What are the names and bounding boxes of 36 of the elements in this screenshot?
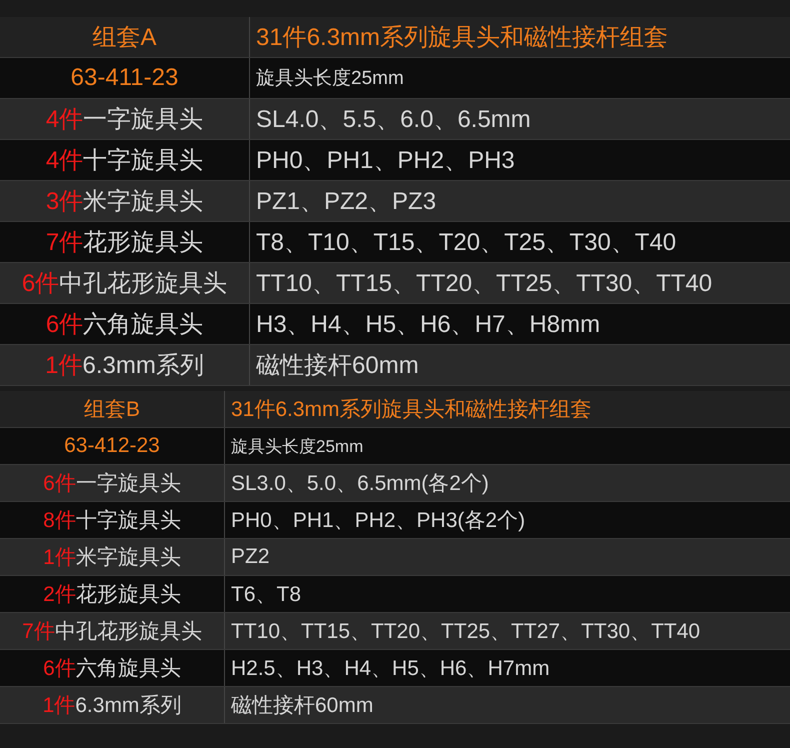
table-cell: 组套B	[0, 391, 225, 427]
table-cell: 1件6.3mm系列	[0, 687, 225, 723]
table-cell: 1件6.3mm系列	[0, 345, 250, 385]
table-cell: 63-412-23	[0, 428, 225, 464]
table-cell-text: 磁性接杆60mm	[255, 351, 420, 381]
table-cell: 7件中孔花形旋具头	[0, 613, 225, 649]
table-cell-text: H3、H4、H5、H6、H7、H8mm	[255, 310, 602, 340]
table-cell-text: 31件6.3mm系列旋具头和磁性接杆组套	[230, 397, 593, 423]
table-cell: 6件六角旋具头	[0, 650, 225, 686]
table-cell-text: PH0、PH1、PH2、PH3(各2个)	[230, 508, 526, 534]
table-cell-text: PZ2	[230, 544, 271, 570]
table-cell-text: PH0、PH1、PH2、PH3	[255, 146, 516, 176]
table-cell: 6件中孔花形旋具头	[0, 263, 250, 303]
table-cell: 6件一字旋具头	[0, 465, 225, 501]
table-cell-text: PZ1、PZ2、PZ3	[255, 187, 438, 217]
table-cell: 4件一字旋具头	[0, 99, 250, 139]
table-cell-text: H2.5、H3、H4、H5、H6、H7mm	[230, 656, 551, 682]
table-cell-text: SL4.0、5.5、6.0、6.5mm	[255, 105, 532, 135]
table-cell-text: 旋具头长度25mm	[230, 436, 364, 458]
table-cell-text: 磁性接杆60mm	[230, 693, 374, 719]
table-cell: 2件花形旋具头	[0, 576, 225, 612]
table-cell-text: SL3.0、5.0、6.5mm(各2个)	[230, 471, 490, 497]
table-cell: 63-411-23	[0, 58, 250, 98]
table-cell: 6件六角旋具头	[0, 304, 250, 344]
table-cell: 组套A	[0, 17, 250, 57]
table-cell-text: 31件6.3mm系列旋具头和磁性接杆组套	[255, 23, 670, 53]
table-cell: 1件米字旋具头	[0, 539, 225, 575]
table-cell: 8件十字旋具头	[0, 502, 225, 538]
table-cell-text: 旋具头长度25mm	[255, 67, 405, 91]
table-cell: 4件十字旋具头	[0, 140, 250, 180]
table-cell: 7件花形旋具头	[0, 222, 250, 262]
table-cell-text: TT10、TT15、TT20、TT25、TT30、TT40	[255, 269, 714, 299]
table-cell: 3件米字旋具头	[0, 181, 250, 221]
table-cell-text: T6、T8	[230, 582, 302, 608]
table-cell-text: T8、T10、T15、T20、T25、T30、T40	[255, 228, 678, 258]
table-cell-text: TT10、TT15、TT20、TT25、TT27、TT30、TT40	[230, 619, 702, 645]
